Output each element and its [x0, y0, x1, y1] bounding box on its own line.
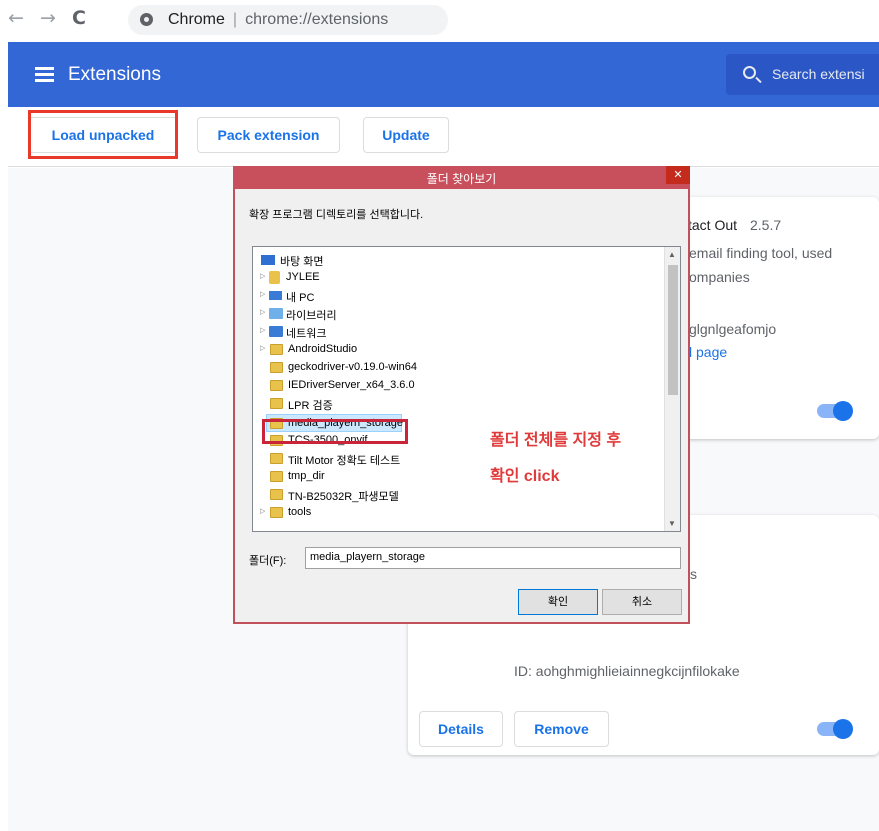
tree-item-label: TN-B25032R_파생모델: [288, 491, 399, 503]
extension-options-link[interactable]: l page: [689, 344, 727, 360]
tree-scrollbar[interactable]: ▲ ▼: [664, 247, 680, 531]
extension-id: glgnlgeafomjo: [689, 321, 777, 337]
tree-item-label: tmp_dir: [288, 470, 325, 482]
folder-icon: [270, 362, 283, 373]
extension-card: tact Out 2.5.7 email finding tool, used …: [672, 197, 879, 439]
extension-name: tact Out: [688, 217, 738, 233]
scroll-up-arrow-icon[interactable]: ▲: [668, 250, 676, 259]
desktop-icon: [261, 255, 275, 265]
folder-icon: [270, 489, 283, 500]
expand-arrow-icon: ▷: [260, 345, 266, 352]
extension-enable-toggle[interactable]: [817, 401, 853, 421]
pack-extension-button[interactable]: Pack extension: [197, 117, 340, 153]
remove-button[interactable]: Remove: [514, 711, 609, 747]
folder-icon: [270, 344, 283, 355]
tree-item-label: 바탕 화면: [280, 256, 324, 268]
forward-arrow-icon[interactable]: →: [40, 7, 56, 29]
selected-folder-highlight-box: [262, 419, 408, 444]
close-icon[interactable]: ✕: [666, 166, 690, 184]
folder-icon: [270, 471, 283, 482]
annotation-text: 확인 click: [490, 468, 560, 485]
hamburger-menu-icon[interactable]: [35, 67, 54, 82]
dialog-titlebar: 폴더 찾아보기 ✕: [233, 166, 690, 189]
expand-arrow-icon: ▷: [260, 327, 266, 334]
folder-icon: [270, 453, 283, 464]
extension-id: ID: aohghmighlieiainnegkcijnfilokake: [514, 663, 740, 679]
extension-description: s: [690, 566, 697, 582]
tree-item-label: Tilt Motor 정확도 테스트: [288, 455, 401, 467]
tree-item-label: 내 PC: [286, 292, 315, 304]
extension-enable-toggle[interactable]: [817, 719, 853, 739]
search-input[interactable]: Search extensi: [772, 66, 865, 82]
dialog-title: 폴더 찾아보기: [426, 172, 497, 186]
page-title: Extensions: [68, 64, 161, 85]
extensions-header: Extensions Search extensi: [8, 42, 879, 107]
site-name: Chrome: [168, 11, 225, 28]
computer-icon: [269, 291, 282, 300]
cancel-button[interactable]: 취소: [602, 589, 682, 615]
user-folder-icon: [269, 271, 280, 284]
url-text: chrome://extensions: [245, 11, 389, 28]
load-unpacked-highlight-box: [28, 110, 178, 159]
tree-item-label: 라이브러리: [286, 310, 337, 322]
tree-item-label: LPR 검증: [288, 400, 333, 412]
network-icon: [269, 326, 283, 337]
tree-item-label: AndroidStudio: [288, 343, 358, 355]
details-button[interactable]: Details: [419, 711, 503, 747]
extension-description: email finding tool, used: [689, 245, 833, 261]
extensions-page: ← → C Chrome | chrome://extensions Extensi…: [0, 0, 879, 831]
tree-item-label: 네트워크: [286, 328, 327, 340]
chrome-site-icon: [140, 13, 153, 26]
folder-tree[interactable]: 바탕 화면 ▷ JYLEE ▷ 내 PC ▷ 라이브러리 ▷ 네트워크 ▷ An…: [252, 246, 681, 532]
scroll-down-arrow-icon[interactable]: ▼: [668, 519, 676, 528]
folder-field-label: 폴더(F):: [249, 555, 287, 567]
expand-arrow-icon: ▷: [260, 309, 266, 316]
address-separator: |: [232, 11, 238, 28]
search-icon: [743, 66, 756, 79]
expand-arrow-icon: ▷: [260, 273, 266, 280]
browser-toolbar: ← → C Chrome | chrome://extensions: [0, 0, 879, 38]
expand-arrow-icon: ▷: [260, 508, 266, 515]
address-text: Chrome | chrome://extensions: [168, 11, 388, 29]
address-bar[interactable]: Chrome | chrome://extensions: [128, 5, 448, 35]
expand-arrow-icon: ▷: [260, 291, 266, 298]
folder-icon: [270, 380, 283, 391]
search-field[interactable]: Search extensi: [726, 54, 879, 95]
extension-version: 2.5.7: [750, 217, 782, 233]
folder-icon: [270, 398, 283, 409]
browse-folder-dialog: 폴더 찾아보기 ✕ 확장 프로그램 디렉토리를 선택합니다. 바탕 화면 ▷ J…: [233, 166, 690, 624]
tree-item-label: JYLEE: [286, 271, 320, 283]
library-icon: [269, 308, 283, 319]
folder-icon: [270, 507, 283, 518]
update-button[interactable]: Update: [363, 117, 449, 153]
scrollbar-thumb[interactable]: [668, 265, 678, 395]
tree-item-label: tools: [288, 506, 312, 518]
extension-description-line2: ompanies: [689, 269, 750, 285]
dialog-description: 확장 프로그램 디렉토리를 선택합니다.: [249, 209, 424, 221]
annotation-text: 폴더 전체를 지정 후: [490, 432, 622, 449]
tree-item-label: geckodriver-v0.19.0-win64: [288, 361, 418, 373]
tree-item-label: IEDriverServer_x64_3.6.0: [288, 379, 415, 391]
folder-input[interactable]: media_playern_storage: [305, 547, 681, 569]
ok-button[interactable]: 확인: [518, 589, 598, 615]
reload-icon[interactable]: C: [72, 7, 86, 29]
back-arrow-icon[interactable]: ←: [8, 7, 24, 29]
